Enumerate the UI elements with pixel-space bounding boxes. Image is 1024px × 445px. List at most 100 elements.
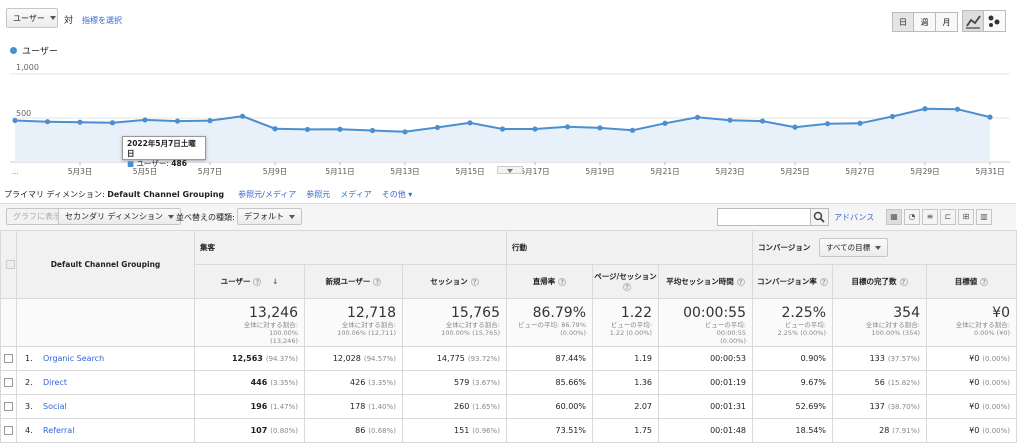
- goal-select[interactable]: すべての目標: [818, 238, 889, 257]
- help-icon[interactable]: ?: [819, 277, 828, 286]
- sort-type-value: デフォルト: [244, 212, 284, 221]
- col-goal-completions[interactable]: 目標の完了数?: [832, 264, 927, 299]
- view-comparison-button[interactable]: ⊏: [940, 209, 956, 225]
- data-point[interactable]: [629, 127, 636, 133]
- chart-resize-handle[interactable]: [497, 166, 523, 174]
- data-point[interactable]: [272, 126, 278, 132]
- row-checkbox[interactable]: [4, 402, 13, 411]
- help-icon[interactable]: ?: [373, 278, 382, 286]
- total-subtext: ビューの平均:: [704, 321, 746, 329]
- data-point[interactable]: [109, 120, 116, 126]
- data-point[interactable]: [922, 106, 928, 112]
- data-point[interactable]: [44, 119, 51, 125]
- sort-type-select[interactable]: デフォルト: [237, 208, 302, 225]
- col-sessions[interactable]: セッション?: [402, 264, 507, 299]
- view-table-button[interactable]: ▦: [886, 209, 902, 225]
- cell-goal-completions-value: 56: [874, 378, 885, 387]
- data-point[interactable]: [434, 124, 441, 131]
- data-point[interactable]: [889, 113, 896, 120]
- row-channel-link[interactable]: Organic Search: [43, 354, 104, 363]
- dimension-link-more[interactable]: その他 ▾: [382, 189, 413, 200]
- col-goal-value[interactable]: 目標値?: [926, 264, 1017, 299]
- cell-goal-value: ¥0 (0.00%): [926, 418, 1017, 443]
- cell-new-users-percent: (1.40%): [368, 403, 396, 411]
- data-point[interactable]: [369, 127, 376, 134]
- data-point[interactable]: [12, 117, 18, 124]
- cell-goal-value: ¥0 (0.00%): [926, 394, 1017, 419]
- view-pivot-button[interactable]: ▥: [976, 209, 992, 225]
- cell-goal-completions-percent: (38.70%): [887, 403, 920, 411]
- tooltip-square-icon: ■: [127, 159, 135, 168]
- col-users[interactable]: ユーザー? ↓: [194, 264, 305, 299]
- motion-chart-button[interactable]: [984, 10, 1006, 32]
- row-checkbox[interactable]: [4, 354, 13, 363]
- data-point[interactable]: [727, 117, 733, 123]
- period-month-button[interactable]: 月: [936, 12, 958, 32]
- data-point[interactable]: [402, 129, 408, 135]
- data-point[interactable]: [759, 118, 766, 124]
- row-checkbox[interactable]: [4, 426, 13, 435]
- select-all-checkbox[interactable]: [6, 260, 15, 270]
- data-point[interactable]: [694, 114, 701, 120]
- help-icon[interactable]: ?: [470, 278, 479, 286]
- data-point[interactable]: [662, 120, 668, 126]
- help-icon[interactable]: ?: [980, 278, 989, 286]
- data-point[interactable]: [564, 124, 571, 130]
- data-point[interactable]: [239, 113, 246, 119]
- data-point[interactable]: [467, 120, 473, 126]
- row-channel-link[interactable]: Direct: [43, 378, 67, 387]
- period-day-button[interactable]: 日: [892, 12, 914, 32]
- secondary-dimension-select[interactable]: セカンダリ ディメンション: [58, 208, 181, 225]
- table-search-input[interactable]: [717, 208, 811, 226]
- data-point[interactable]: [304, 126, 311, 133]
- view-performance-button[interactable]: ≡: [922, 209, 938, 225]
- col-avg-session-duration[interactable]: 平均セッション時間?: [658, 264, 753, 299]
- view-term-cloud-button[interactable]: ⊞: [958, 209, 974, 225]
- cell-goal-value: ¥0 (0.00%): [926, 346, 1017, 371]
- total-value: 00:00:55: [683, 305, 746, 321]
- data-point[interactable]: [174, 118, 181, 124]
- help-icon[interactable]: ?: [623, 282, 631, 291]
- col-conversion-rate[interactable]: コンバージョン率?: [752, 264, 833, 299]
- help-icon[interactable]: ?: [899, 278, 908, 286]
- col-pages-per-session[interactable]: ページ/セッション?: [592, 264, 659, 299]
- help-icon[interactable]: ?: [736, 277, 745, 286]
- data-point[interactable]: [824, 121, 831, 127]
- period-week-button[interactable]: 週: [914, 12, 936, 32]
- cell-goal-completions-percent: (15.82%): [887, 379, 920, 387]
- line-chart-button[interactable]: [962, 10, 984, 32]
- row-channel-link[interactable]: Social: [43, 402, 67, 411]
- advanced-filter-link[interactable]: アドバンス: [834, 212, 874, 223]
- row-channel-link[interactable]: Referral: [43, 426, 74, 435]
- data-point[interactable]: [987, 114, 993, 120]
- help-icon[interactable]: ?: [558, 278, 567, 286]
- data-point[interactable]: [857, 120, 863, 126]
- help-icon[interactable]: ?: [253, 278, 262, 286]
- metric-select[interactable]: ユーザー: [6, 8, 58, 28]
- active-dimension[interactable]: Default Channel Grouping: [107, 190, 224, 199]
- data-point[interactable]: [954, 106, 961, 112]
- data-point[interactable]: [792, 124, 798, 130]
- data-point[interactable]: [337, 126, 343, 132]
- cell-pages-per-session-value: 1.75: [634, 426, 652, 435]
- col-bounce-rate[interactable]: 直帰率?: [506, 264, 593, 299]
- col-new-users[interactable]: 新規ユーザー?: [304, 264, 403, 299]
- data-point[interactable]: [207, 118, 213, 124]
- data-point[interactable]: [142, 117, 148, 123]
- view-pie-button[interactable]: ◔: [904, 209, 920, 225]
- cell-users: 107 (0.80%): [194, 418, 305, 443]
- dimension-header[interactable]: Default Channel Grouping: [16, 230, 195, 299]
- data-point[interactable]: [532, 126, 538, 132]
- data-point[interactable]: [77, 119, 83, 125]
- dimension-link-medium[interactable]: メディア: [340, 189, 371, 200]
- total-subtext: (0.00%): [560, 329, 586, 337]
- data-point[interactable]: [499, 126, 506, 132]
- dimension-link-source[interactable]: 参照元: [306, 189, 330, 200]
- select-metric-link[interactable]: 指標を選択: [82, 15, 122, 26]
- row-checkbox[interactable]: [4, 378, 13, 387]
- search-button[interactable]: [811, 208, 829, 226]
- total-subtext: (13,246): [270, 337, 298, 345]
- xtick-label: 5月9日: [263, 167, 288, 176]
- data-point[interactable]: [597, 125, 603, 131]
- dimension-link-source-medium[interactable]: 参照元/メディア: [238, 189, 296, 200]
